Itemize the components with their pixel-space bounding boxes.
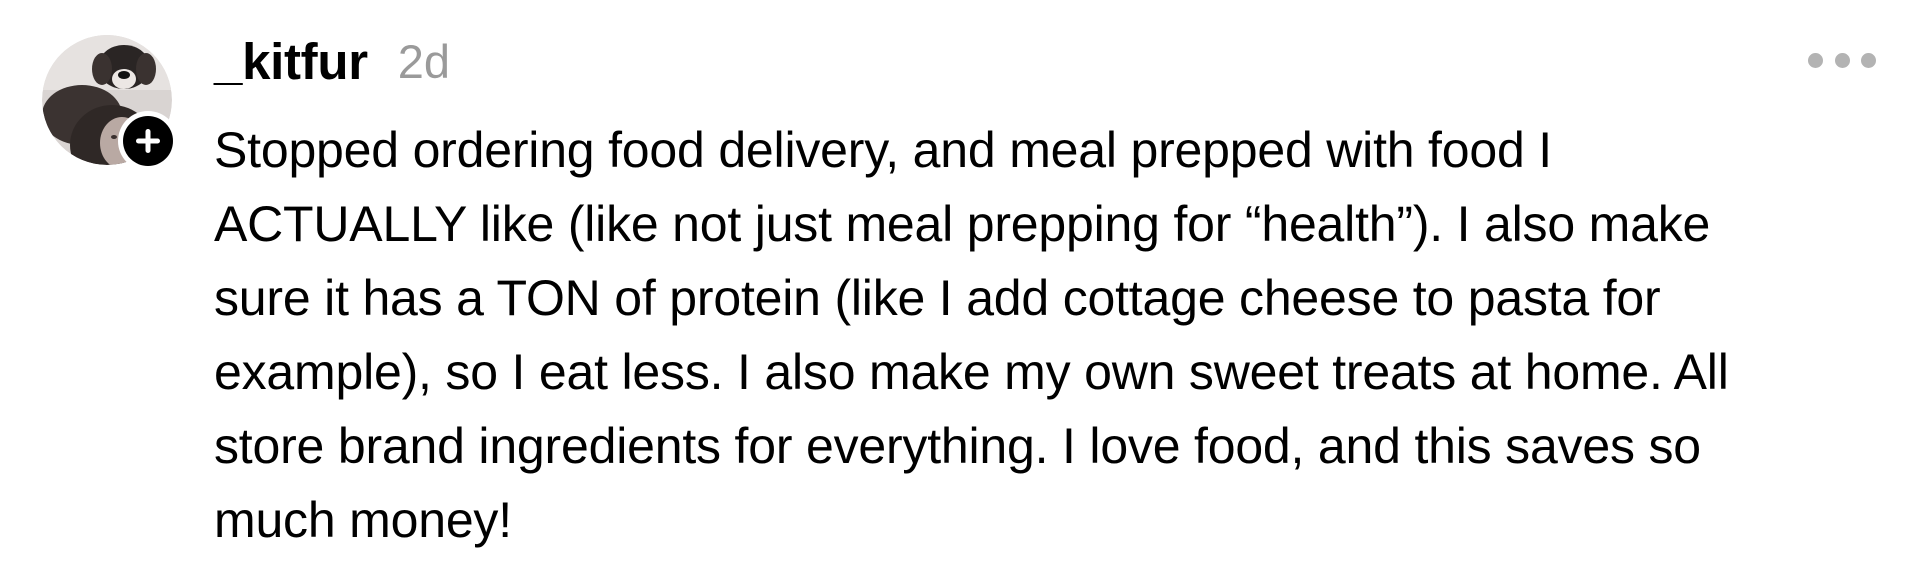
follow-button[interactable] bbox=[118, 111, 178, 171]
more-dot bbox=[1861, 52, 1876, 68]
post-header: _kitfur 2d bbox=[214, 28, 450, 94]
follow-badge bbox=[123, 116, 173, 166]
comment-post: _kitfur 2d Stopped ordering food deliver… bbox=[0, 0, 1924, 582]
more-options-button[interactable] bbox=[1808, 44, 1876, 76]
plus-icon bbox=[136, 129, 160, 153]
more-dot bbox=[1834, 52, 1850, 68]
more-horizontal-icon bbox=[1808, 52, 1823, 68]
username-link[interactable]: _kitfur bbox=[214, 32, 368, 91]
post-timestamp: 2d bbox=[397, 34, 451, 88]
post-body-text: Stopped ordering food delivery, and meal… bbox=[214, 122, 1729, 548]
avatar-container[interactable] bbox=[42, 35, 178, 171]
